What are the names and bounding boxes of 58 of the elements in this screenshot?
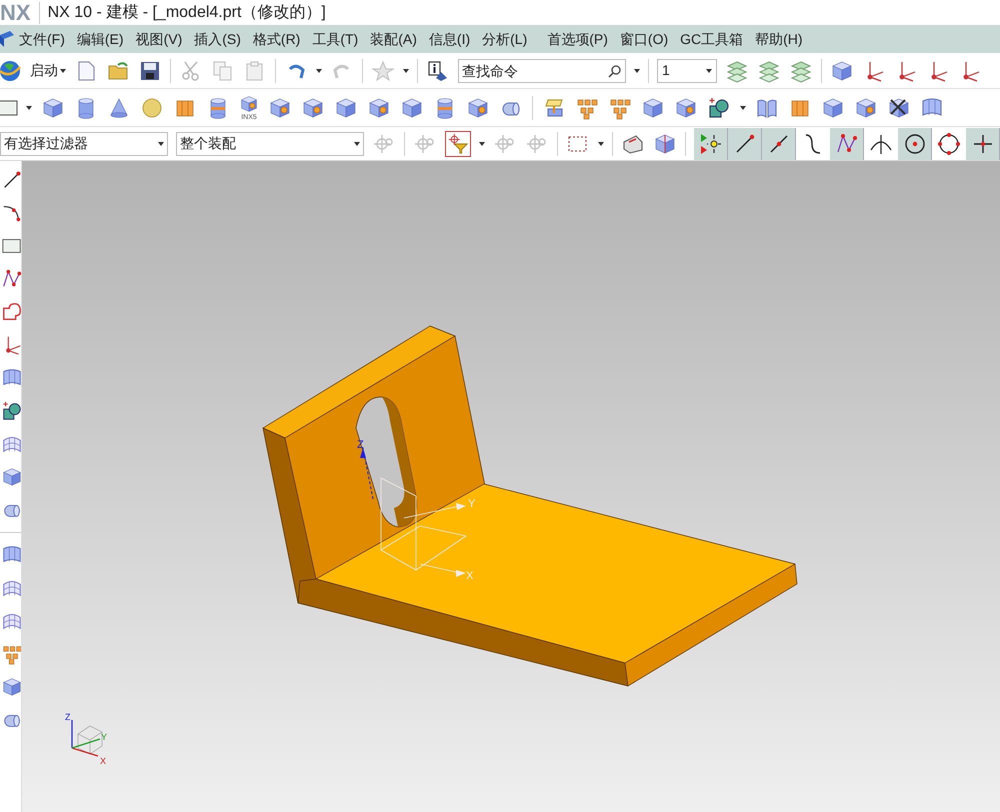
- caret-icon[interactable]: [60, 68, 66, 72]
- axis-label: Z: [65, 712, 70, 722]
- menu-item[interactable]: 分析(L): [482, 28, 528, 50]
- layer-dropdown[interactable]: 1: [657, 58, 717, 82]
- shapes-icon[interactable]: [707, 96, 731, 120]
- star-icon[interactable]: [371, 58, 395, 82]
- filter-dropdown[interactable]: 有选择过滤器: [0, 132, 168, 156]
- menu-item[interactable]: 窗口(O): [620, 28, 668, 50]
- view-triad-drawing: [71, 720, 102, 757]
- caret-icon[interactable]: [706, 68, 712, 72]
- search-field[interactable]: 查找命令: [458, 58, 626, 82]
- axis-label: Y: [101, 732, 108, 742]
- menu-item[interactable]: 视图(V): [136, 28, 182, 50]
- shapes-icon[interactable]: [1, 400, 21, 422]
- layers-icon[interactable]: [725, 58, 749, 82]
- window-title: NX 10 - 建模 - [_model4.prt（修改的）]: [48, 2, 326, 22]
- info-icon[interactable]: [426, 58, 450, 82]
- caret-icon[interactable]: [403, 68, 409, 72]
- caret-icon[interactable]: [26, 106, 32, 110]
- menu-item[interactable]: 帮助(H): [755, 28, 803, 50]
- menu-item[interactable]: 工具(T): [312, 28, 358, 50]
- menu-item[interactable]: 文件(F): [19, 28, 65, 50]
- globe-icon[interactable]: [0, 58, 22, 82]
- cube-icon[interactable]: [1, 466, 21, 488]
- snap-button[interactable]: [966, 128, 1000, 160]
- caret-icon[interactable]: [598, 142, 604, 146]
- caret-icon[interactable]: [479, 142, 485, 146]
- layers-icon[interactable]: [757, 58, 781, 82]
- caret-icon[interactable]: [354, 142, 360, 146]
- axis-label: X: [100, 756, 106, 766]
- cube-icon[interactable]: [1, 676, 21, 698]
- sphere-icon[interactable]: [140, 96, 164, 120]
- axis-label: Y: [468, 498, 476, 510]
- caret-icon[interactable]: [316, 68, 322, 72]
- menu-item[interactable]: 插入(S): [194, 28, 241, 50]
- menu-item[interactable]: 信息(I): [428, 28, 470, 50]
- app-logo: NX: [0, 2, 40, 24]
- axis-label: X: [466, 570, 474, 582]
- scope-dropdown[interactable]: 整个装配: [176, 132, 364, 156]
- caret-icon[interactable]: [740, 106, 746, 110]
- snap-button[interactable]: [694, 128, 728, 160]
- layers-icon[interactable]: [789, 58, 813, 82]
- menu-item[interactable]: 编辑(E): [76, 28, 124, 50]
- menu-item[interactable]: 装配(A): [370, 28, 417, 50]
- caret-icon[interactable]: [634, 68, 640, 72]
- circle-icon[interactable]: [937, 132, 961, 156]
- caret-icon[interactable]: [158, 142, 164, 146]
- cube-icon[interactable]: [239, 94, 259, 114]
- search-icon[interactable]: [608, 64, 622, 78]
- menu-item[interactable]: 首选项(P): [547, 28, 608, 50]
- snap-button[interactable]: [898, 128, 932, 160]
- menu-item[interactable]: GC工具箱: [680, 28, 744, 50]
- snap-icon[interactable]: [698, 132, 722, 156]
- menu-item[interactable]: 格式(R): [252, 28, 300, 50]
- start-button[interactable]: 启动: [30, 60, 66, 81]
- app-icon[interactable]: [0, 31, 14, 47]
- circle-icon[interactable]: [902, 132, 926, 156]
- outline-icon[interactable]: [1, 301, 21, 323]
